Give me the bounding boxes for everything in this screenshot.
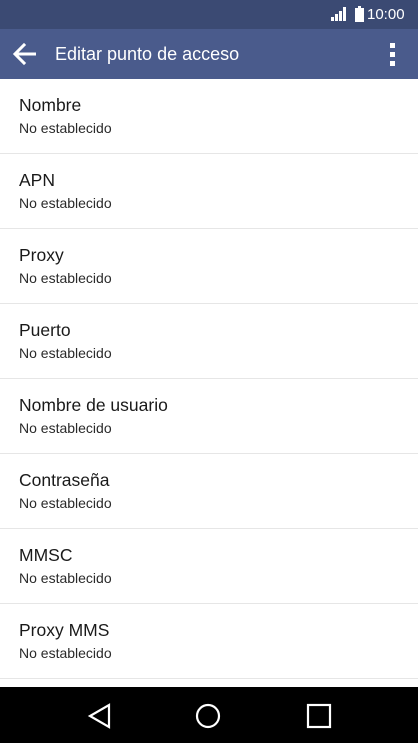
apn-settings-list: Nombre No establecido APN No establecido… xyxy=(0,79,418,687)
setting-summary: No establecido xyxy=(19,645,112,661)
setting-item-nombre[interactable]: Nombre No establecido xyxy=(0,79,418,154)
setting-summary: No establecido xyxy=(19,195,112,211)
setting-label: Proxy MMS xyxy=(19,620,110,640)
setting-summary: No establecido xyxy=(19,120,112,136)
screen: 10:00 Editar punto de acceso Nombre No e… xyxy=(0,0,418,743)
setting-label: MMSC xyxy=(19,545,73,565)
signal-icon xyxy=(331,7,346,21)
app-bar: Editar punto de acceso xyxy=(0,29,418,79)
setting-label: Contraseña xyxy=(19,470,110,490)
setting-summary: No establecido xyxy=(19,345,112,361)
arrow-back-icon[interactable] xyxy=(12,42,38,66)
overflow-menu-icon[interactable] xyxy=(380,41,404,67)
setting-summary: No establecido xyxy=(19,570,112,586)
setting-label: Nombre de usuario xyxy=(19,395,168,415)
nav-back-icon[interactable] xyxy=(85,701,115,731)
setting-item-puerto[interactable]: Puerto No establecido xyxy=(0,304,418,379)
status-time: 10:00 xyxy=(367,6,405,23)
nav-home-icon[interactable] xyxy=(193,701,223,731)
setting-item-apn[interactable]: APN No establecido xyxy=(0,154,418,229)
setting-item-contrasena[interactable]: Contraseña No establecido xyxy=(0,454,418,529)
status-bar: 10:00 xyxy=(0,0,418,29)
battery-icon xyxy=(355,6,364,22)
setting-label: Nombre xyxy=(19,95,82,115)
nav-recents-icon[interactable] xyxy=(304,701,334,731)
navigation-bar xyxy=(0,687,418,743)
page-title: Editar punto de acceso xyxy=(55,44,240,64)
setting-label: Puerto xyxy=(19,320,71,340)
setting-item-proxy[interactable]: Proxy No establecido xyxy=(0,229,418,304)
setting-summary: No establecido xyxy=(19,495,112,511)
setting-summary: No establecido xyxy=(19,420,112,436)
setting-item-nombre-de-usuario[interactable]: Nombre de usuario No establecido xyxy=(0,379,418,454)
setting-label: APN xyxy=(19,170,55,190)
setting-label: Proxy xyxy=(19,245,64,265)
setting-item-proxy-mms[interactable]: Proxy MMS No establecido xyxy=(0,604,418,679)
setting-item-mmsc[interactable]: MMSC No establecido xyxy=(0,529,418,604)
setting-summary: No establecido xyxy=(19,270,112,286)
